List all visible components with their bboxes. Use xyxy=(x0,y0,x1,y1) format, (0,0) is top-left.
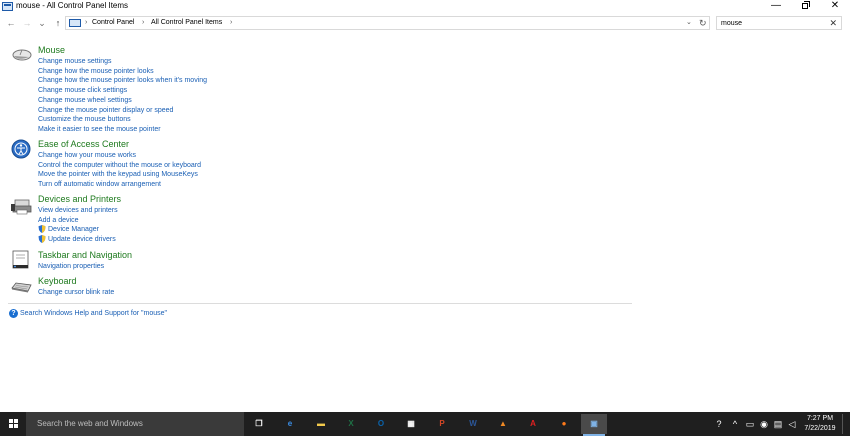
tray-meet-now-icon[interactable]: ▭ xyxy=(744,418,756,430)
restore-icon xyxy=(802,3,808,9)
result-link[interactable]: View devices and printers xyxy=(38,206,118,215)
excel-icon: X xyxy=(348,419,354,428)
taskbar-app-control-panel[interactable]: ▣ xyxy=(581,414,607,436)
control-panel-icon xyxy=(69,19,81,27)
taskbar-app-excel[interactable]: X xyxy=(338,414,364,434)
taskbar-app-firefox[interactable]: ● xyxy=(551,414,577,434)
close-button[interactable]: ✕ xyxy=(825,0,845,13)
recent-locations-button[interactable]: ⌄ xyxy=(37,16,47,30)
uac-shield-icon xyxy=(38,225,46,233)
breadcrumb-all-items[interactable]: All Control Panel Items xyxy=(151,18,222,28)
taskbar-app-task-view[interactable]: ❐ xyxy=(246,414,272,434)
task-view-icon: ❐ xyxy=(255,419,263,428)
powerpoint-icon: P xyxy=(439,419,445,428)
word-icon: W xyxy=(469,419,477,428)
result-link[interactable]: Control the computer without the mouse o… xyxy=(38,161,201,170)
acrobat-icon: A xyxy=(530,419,536,428)
result-link[interactable]: Customize the mouse buttons xyxy=(38,115,131,124)
back-button[interactable]: ← xyxy=(5,16,17,30)
group-title[interactable]: Devices and Printers xyxy=(38,194,121,205)
ease-of-access-icon xyxy=(11,139,31,159)
result-link[interactable]: Change mouse click settings xyxy=(38,86,127,95)
outlook-icon: O xyxy=(377,419,385,428)
taskbar: Search the web and Windows ❐ e ▬ X O ▦ P… xyxy=(0,412,850,436)
taskbar-app-file-explorer[interactable]: ▬ xyxy=(308,414,334,434)
help-search-text[interactable]: Search Windows Help and Support for "mou… xyxy=(20,309,167,318)
taskbar-search-box[interactable]: Search the web and Windows xyxy=(26,412,244,436)
result-link[interactable]: Change how the mouse pointer looks when … xyxy=(38,76,207,85)
taskbar-search-placeholder: Search the web and Windows xyxy=(37,419,143,428)
result-link[interactable]: Change mouse settings xyxy=(38,57,112,66)
navigation-bar: ← → ⌄ ↑ › Control Panel › All Control Pa… xyxy=(0,14,850,32)
tray-security-icon[interactable]: ◉ xyxy=(758,418,770,430)
result-link[interactable]: Update device drivers xyxy=(48,235,116,244)
breadcrumb-control-panel[interactable]: Control Panel xyxy=(92,18,134,28)
control-panel-window: mouse - All Control Panel Items — ✕ ← → … xyxy=(0,0,850,412)
windows-logo-icon xyxy=(9,419,19,429)
result-link[interactable]: Make it easier to see the mouse pointer xyxy=(38,125,161,134)
taskbar-app-edge[interactable]: e xyxy=(277,414,303,434)
start-button[interactable] xyxy=(0,412,26,436)
address-bar[interactable]: › Control Panel › All Control Panel Item… xyxy=(65,16,710,30)
group-title[interactable]: Mouse xyxy=(38,45,65,56)
up-button[interactable]: ↑ xyxy=(52,16,64,30)
taskbar-app-powerpoint[interactable]: P xyxy=(429,414,455,434)
taskbar-app-vlc[interactable]: ▲ xyxy=(490,414,516,434)
result-link[interactable]: Change cursor blink rate xyxy=(38,288,114,297)
store-icon: ▦ xyxy=(407,419,415,428)
result-link[interactable]: Add a device xyxy=(38,216,78,225)
taskbar-navigation-icon xyxy=(12,250,29,269)
refresh-icon[interactable]: ↻ xyxy=(699,17,707,29)
taskbar-app-outlook[interactable]: O xyxy=(368,414,394,434)
breadcrumb-separator[interactable]: › xyxy=(230,18,232,28)
search-box[interactable]: ✕ xyxy=(716,16,842,30)
breadcrumb-separator[interactable]: › xyxy=(85,18,87,28)
result-link[interactable]: Navigation properties xyxy=(38,262,104,271)
tray-chevron-up-icon[interactable]: ^ xyxy=(730,418,740,430)
taskbar-app-store[interactable]: ▦ xyxy=(398,414,424,434)
group-title[interactable]: Keyboard xyxy=(38,276,77,287)
window-title: mouse - All Control Panel Items xyxy=(16,1,129,10)
show-desktop-button[interactable] xyxy=(842,414,850,434)
taskbar-app-word[interactable]: W xyxy=(460,414,486,434)
maximize-button[interactable] xyxy=(796,0,816,13)
vlc-icon: ▲ xyxy=(499,419,507,428)
forward-button[interactable]: → xyxy=(21,16,33,30)
result-link[interactable]: Turn off automatic window arrangement xyxy=(38,180,161,189)
clock-time: 7:27 PM xyxy=(806,415,834,422)
file-explorer-icon: ▬ xyxy=(317,419,325,428)
result-link[interactable]: Change how your mouse works xyxy=(38,151,136,160)
breadcrumb-separator[interactable]: › xyxy=(142,18,144,28)
clear-search-icon[interactable]: ✕ xyxy=(829,17,837,29)
group-title[interactable]: Taskbar and Navigation xyxy=(38,250,132,261)
clock-date: 7/22/2019 xyxy=(804,425,836,432)
result-link[interactable]: Device Manager xyxy=(48,225,99,234)
taskbar-app-acrobat[interactable]: A xyxy=(520,414,546,434)
tray-volume-icon[interactable]: ◁ xyxy=(786,418,798,430)
title-bar: mouse - All Control Panel Items — ✕ xyxy=(0,0,850,13)
keyboard-icon xyxy=(11,282,32,293)
edge-icon: e xyxy=(287,419,293,428)
uac-shield-icon xyxy=(38,234,46,243)
group-title[interactable]: Ease of Access Center xyxy=(38,139,129,150)
help-icon: ? xyxy=(9,309,18,318)
devices-printers-icon xyxy=(11,199,32,215)
tray-network-icon[interactable]: ▤ xyxy=(772,418,784,430)
result-link[interactable]: Change the mouse pointer display or spee… xyxy=(38,106,173,115)
search-input[interactable] xyxy=(721,18,826,28)
control-panel-icon xyxy=(2,2,13,11)
address-dropdown-icon[interactable]: ⌄ xyxy=(686,17,692,29)
result-link[interactable]: Move the pointer with the keypad using M… xyxy=(38,170,198,179)
tray-help-icon[interactable]: ? xyxy=(713,418,725,430)
minimize-button[interactable]: — xyxy=(766,0,786,13)
firefox-icon: ● xyxy=(561,419,567,428)
result-link[interactable]: Change how the mouse pointer looks xyxy=(38,67,154,76)
result-link[interactable]: Change mouse wheel settings xyxy=(38,96,132,105)
mouse-icon xyxy=(12,49,32,61)
results-divider xyxy=(8,303,632,304)
control-panel-icon: ▣ xyxy=(590,419,598,428)
taskbar-clock[interactable]: 7:27 PM 7/22/2019 xyxy=(800,414,840,434)
help-search-link[interactable]: ? Search Windows Help and Support for "m… xyxy=(9,309,309,319)
